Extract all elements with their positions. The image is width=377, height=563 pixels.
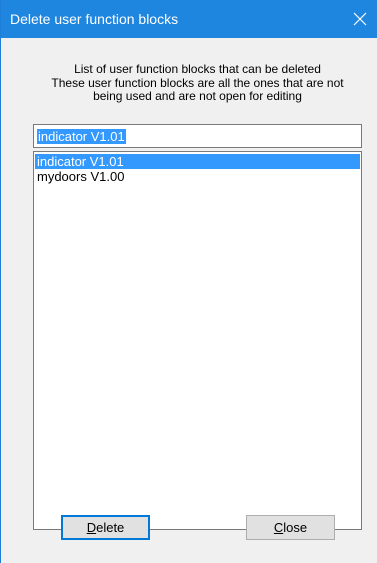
list-item[interactable]: indicator V1.01 (35, 154, 360, 169)
title-bar[interactable]: Delete user function blocks (1, 0, 377, 38)
close-label-rest: lose (283, 520, 308, 535)
delete-button[interactable]: Delete (61, 515, 150, 540)
delete-user-function-blocks-dialog: Delete user function blocks List of user… (0, 0, 377, 563)
filter-input-value: indicator V1.01 (37, 129, 126, 144)
close-icon[interactable] (342, 0, 377, 38)
delete-label-rest: elete (96, 520, 125, 535)
description-line-2: These user function blocks are all the o… (51, 75, 344, 90)
delete-access-key: D (86, 520, 97, 535)
list-item[interactable]: mydoors V1.00 (35, 169, 360, 184)
function-block-list[interactable]: indicator V1.01 mydoors V1.00 (33, 151, 362, 530)
dialog-body: List of user function blocks that can be… (1, 38, 377, 563)
description-line-1: List of user function blocks that can be… (74, 62, 321, 76)
window-title: Delete user function blocks (10, 11, 179, 27)
close-access-key: C (273, 520, 284, 535)
close-button[interactable]: Close (246, 515, 335, 540)
filter-input[interactable]: indicator V1.01 (33, 124, 362, 148)
description-line-3: being used and are not open for editing (93, 89, 302, 103)
description-text: List of user function blocks that can be… (31, 62, 364, 104)
